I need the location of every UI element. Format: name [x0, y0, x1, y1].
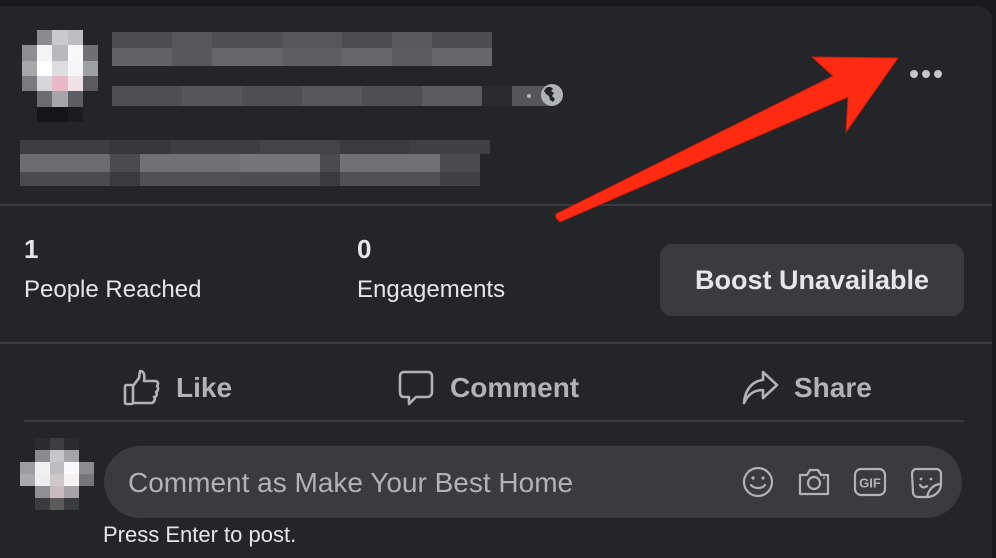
divider — [0, 342, 992, 344]
share-button[interactable]: Share — [740, 364, 872, 412]
author-avatar-pixelated[interactable] — [22, 30, 98, 122]
comment-label: Comment — [450, 372, 580, 403]
thumbs-up-icon — [123, 369, 160, 406]
emoji-icon[interactable] — [740, 464, 776, 500]
commenter-avatar-pixelated[interactable] — [20, 438, 94, 510]
sticker-icon[interactable] — [908, 464, 944, 500]
more-horizontal-icon — [910, 70, 918, 78]
meta-separator-dot — [527, 94, 531, 98]
engagements-value: 0 — [357, 234, 372, 264]
share-arrow-icon — [742, 370, 779, 405]
post-meta-redacted — [112, 86, 552, 106]
people-reached-value: 1 — [24, 234, 39, 264]
svg-text:GIF: GIF — [859, 476, 881, 491]
camera-icon[interactable] — [796, 464, 832, 500]
more-dot — [922, 70, 930, 78]
gif-icon[interactable]: GIF — [852, 464, 888, 500]
people-reached-label: People Reached — [24, 276, 202, 303]
comment-box: GIF — [104, 446, 962, 520]
globe-icon[interactable] — [540, 83, 564, 107]
more-options-button[interactable] — [904, 62, 948, 86]
like-label: Like — [176, 372, 233, 403]
post-card: 1 People Reached 0 Engagements Boost Una… — [0, 6, 992, 558]
share-label: Share — [794, 372, 872, 403]
press-enter-hint: Press Enter to post. — [103, 522, 297, 547]
more-dot — [934, 70, 942, 78]
like-button[interactable]: Like — [122, 364, 232, 412]
comment-input[interactable] — [126, 446, 730, 520]
comment-bubble-icon — [398, 370, 434, 406]
divider — [0, 204, 992, 206]
boost-unavailable-button[interactable]: Boost Unavailable — [660, 244, 964, 316]
divider — [24, 420, 964, 422]
post-caption-redacted — [20, 140, 490, 186]
engagements-label: Engagements — [357, 276, 506, 303]
author-name-redacted[interactable] — [112, 32, 492, 66]
comment-button[interactable]: Comment — [396, 364, 579, 412]
